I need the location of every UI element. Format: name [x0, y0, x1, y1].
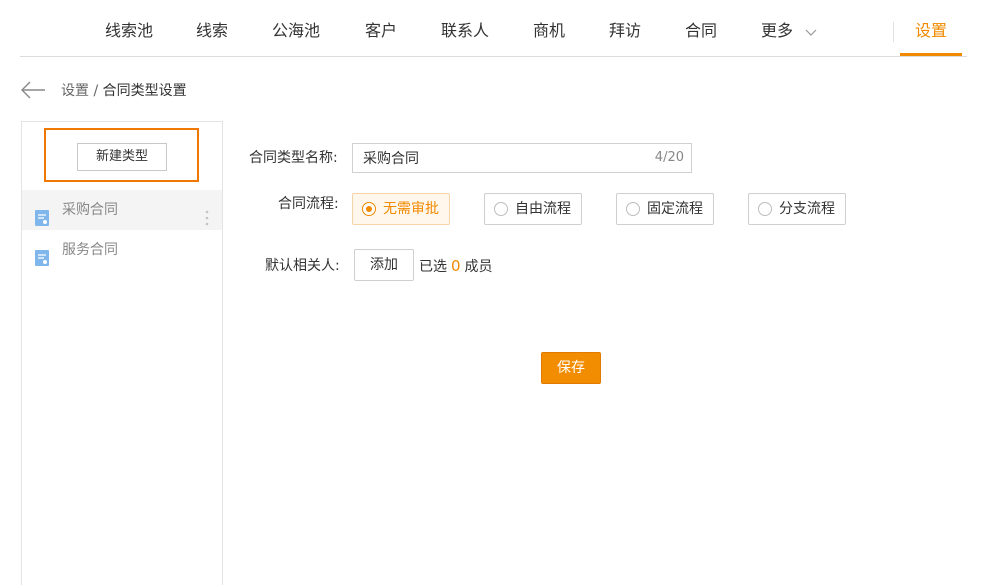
contract-process-label: 合同流程:	[278, 196, 339, 212]
nav-item-public-pool[interactable]: 公海池	[272, 20, 320, 42]
contract-type-name-input[interactable]	[353, 144, 643, 172]
document-icon	[35, 242, 49, 266]
nav-item-customers[interactable]: 客户	[365, 20, 397, 42]
nav-item-contacts[interactable]: 联系人	[441, 20, 489, 42]
breadcrumb-current: 合同类型设置	[102, 83, 187, 99]
radio-unselected-icon	[626, 202, 640, 216]
breadcrumb-separator: /	[93, 83, 99, 99]
selected-count: 0	[451, 257, 461, 275]
process-option-no-approval[interactable]: 无需审批	[352, 193, 450, 225]
nav-item-leads[interactable]: 线索	[196, 20, 228, 42]
process-option-fixed-flow[interactable]: 固定流程	[616, 193, 714, 225]
nav-bottom-border	[20, 56, 967, 57]
nav-item-lead-pool[interactable]: 线索池	[105, 20, 153, 42]
nav-item-opportunities[interactable]: 商机	[533, 20, 565, 42]
sidebar-item-purchase-contract[interactable]: 采购合同	[22, 190, 222, 230]
breadcrumb-parent[interactable]: 设置	[61, 83, 89, 99]
radio-selected-icon	[362, 202, 376, 216]
more-vertical-icon[interactable]	[205, 202, 209, 226]
selected-suffix: 成员	[464, 259, 493, 275]
breadcrumb: 设置 / 合同类型设置	[61, 81, 187, 101]
selected-members-info: 已选 0 成员	[419, 256, 493, 277]
radio-unselected-icon	[758, 202, 772, 216]
nav-more-label: 更多	[761, 21, 794, 40]
contract-type-name-field[interactable]: 4/20	[352, 143, 692, 173]
sidebar-item-label: 采购合同	[62, 202, 118, 218]
radio-unselected-icon	[494, 202, 508, 216]
nav-item-settings[interactable]: 设置	[900, 20, 962, 42]
add-related-button[interactable]: 添加	[354, 249, 414, 281]
char-count: 4/20	[654, 150, 684, 165]
top-nav: 线索池 线索 公海池 客户 联系人 商机 拜访 合同 更多 设置	[0, 0, 981, 57]
default-related-label: 默认相关人:	[265, 258, 340, 274]
process-option-label: 自由流程	[515, 201, 571, 217]
process-option-label: 固定流程	[647, 201, 703, 217]
selected-prefix: 已选	[419, 259, 447, 275]
process-option-branch-flow[interactable]: 分支流程	[748, 193, 846, 225]
nav-divider	[893, 22, 894, 42]
chevron-down-icon	[805, 21, 817, 43]
process-option-label: 无需审批	[383, 201, 439, 217]
process-option-free-flow[interactable]: 自由流程	[484, 193, 582, 225]
process-option-label: 分支流程	[779, 201, 835, 217]
nav-item-more[interactable]: 更多	[761, 20, 817, 43]
nav-item-contracts[interactable]: 合同	[685, 20, 717, 42]
new-type-button[interactable]: 新建类型	[77, 143, 167, 171]
document-icon	[35, 202, 49, 226]
save-button[interactable]: 保存	[541, 352, 601, 384]
sidebar-item-label: 服务合同	[62, 242, 118, 258]
nav-item-visits[interactable]: 拜访	[609, 20, 641, 42]
contract-type-name-label: 合同类型名称:	[249, 150, 338, 166]
sidebar-item-service-contract[interactable]: 服务合同	[22, 230, 222, 270]
back-arrow-icon[interactable]	[20, 80, 46, 100]
